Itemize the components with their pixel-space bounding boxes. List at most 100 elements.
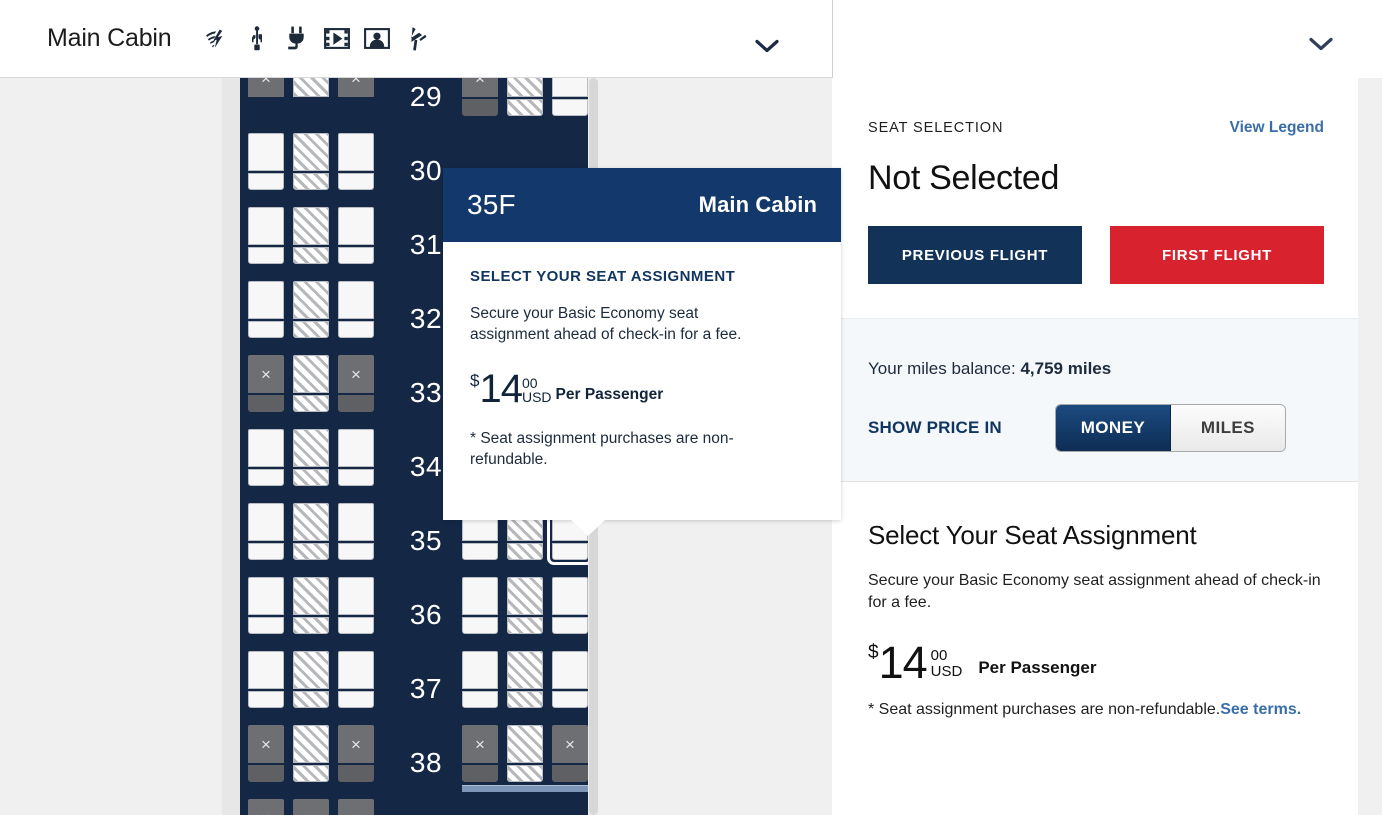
seat-31A[interactable] <box>248 207 284 264</box>
seat-back <box>248 429 284 467</box>
seat-back <box>293 651 329 689</box>
seat-29C: × <box>338 78 374 116</box>
previous-flight-button[interactable]: PREVIOUS FLIGHT <box>868 226 1082 284</box>
seat-cushion <box>462 765 498 782</box>
seat-39B: × <box>293 799 329 815</box>
seat-37D[interactable] <box>462 651 498 708</box>
panel-price-cents: 00 <box>930 646 948 664</box>
seat-cushion <box>293 765 329 782</box>
cabin-header-bar: Main Cabin <box>0 0 833 78</box>
tooltip-body: SELECT YOUR SEAT ASSIGNMENT Secure your … <box>443 242 841 471</box>
seat-back <box>293 355 329 393</box>
seat-back <box>293 725 329 763</box>
seat-36D[interactable] <box>462 577 498 634</box>
seat-32B[interactable] <box>293 281 329 338</box>
seat-33C: × <box>338 355 374 412</box>
seat-38E[interactable] <box>507 725 543 782</box>
power-icon <box>284 26 310 52</box>
toggle-option-miles[interactable]: MILES <box>1170 405 1285 451</box>
seat-group-right-38: × × <box>462 725 588 782</box>
seat-36B[interactable] <box>293 577 329 634</box>
seat-back <box>293 429 329 467</box>
seat-cushion <box>338 617 374 634</box>
seat-cushion <box>552 691 588 708</box>
seat-group-left-29: × × <box>248 78 374 116</box>
seat-37E[interactable] <box>507 651 543 708</box>
seat-cushion <box>338 543 374 560</box>
seat-back: × <box>338 725 374 763</box>
seat-back: × <box>462 725 498 763</box>
chevron-down-icon-panel[interactable] <box>1299 22 1343 66</box>
seat-assignment-price: $ 14 00 USD Per Passenger <box>868 640 1324 685</box>
seat-30B[interactable] <box>293 133 329 190</box>
live-tv-icon <box>364 26 391 52</box>
seat-cushion <box>338 247 374 264</box>
seat-36F[interactable] <box>552 577 588 634</box>
seat-cushion <box>248 691 284 708</box>
seat-33B[interactable] <box>293 355 329 412</box>
seat-31B[interactable] <box>293 207 329 264</box>
seat-39A: × <box>248 799 284 815</box>
see-terms-link[interactable]: See terms. <box>1220 701 1301 718</box>
seat-37C[interactable] <box>338 651 374 708</box>
seat-38B[interactable] <box>293 725 329 782</box>
row-number-36: 36 <box>409 599 443 630</box>
seat-back <box>293 133 329 171</box>
tooltip-currency-symbol: $ <box>470 370 480 390</box>
seat-35B[interactable] <box>293 503 329 560</box>
seat-back: × <box>293 799 329 815</box>
seat-29B[interactable] <box>293 78 329 116</box>
seat-cushion <box>293 173 329 190</box>
seat-34C[interactable] <box>338 429 374 486</box>
seat-occupied-icon: × <box>261 364 271 384</box>
seat-back <box>293 78 329 97</box>
seat-34B[interactable] <box>293 429 329 486</box>
seat-cushion <box>338 691 374 708</box>
panel-currency-code: USD <box>930 662 963 680</box>
seat-36E[interactable] <box>507 577 543 634</box>
seat-29E[interactable] <box>507 78 543 116</box>
seat-30C[interactable] <box>338 133 374 190</box>
view-legend-link[interactable]: View Legend <box>1230 119 1324 137</box>
seat-cushion <box>293 617 329 634</box>
seat-31C[interactable] <box>338 207 374 264</box>
seat-cushion <box>552 617 588 634</box>
seat-39C: × <box>338 799 374 815</box>
seat-35A[interactable] <box>248 503 284 560</box>
price-unit-toggle[interactable]: MONEY MILES <box>1054 404 1286 452</box>
seat-back <box>248 577 284 615</box>
seat-back: × <box>338 355 374 393</box>
seat-32A[interactable] <box>248 281 284 338</box>
chevron-down-icon-cabin[interactable] <box>745 24 789 68</box>
seat-assignment-section: Select Your Seat Assignment Secure your … <box>834 482 1358 722</box>
seat-29F[interactable] <box>552 78 588 116</box>
seat-group-right-36 <box>462 577 588 634</box>
toggle-option-money[interactable]: MONEY <box>1055 405 1171 451</box>
panel-currency-symbol: $ <box>868 642 879 664</box>
usb-icon <box>244 26 270 52</box>
seat-back: × <box>248 78 284 97</box>
seat-37F[interactable] <box>552 651 588 708</box>
seat-group-left-39: × × × <box>248 799 374 815</box>
seat-37B[interactable] <box>293 651 329 708</box>
tooltip-cabin-name: Main Cabin <box>698 192 817 217</box>
seat-back: × <box>462 78 498 97</box>
seat-36C[interactable] <box>338 577 374 634</box>
seat-34A[interactable] <box>248 429 284 486</box>
seat-36A[interactable] <box>248 577 284 634</box>
first-flight-button[interactable]: FIRST FLIGHT <box>1110 226 1324 284</box>
seat-group-right-29: × <box>462 78 588 116</box>
seat-back <box>338 577 374 615</box>
seat-32C[interactable] <box>338 281 374 338</box>
seat-cushion <box>248 543 284 560</box>
seat-group-left-35 <box>248 503 374 560</box>
seat-37A[interactable] <box>248 651 284 708</box>
seat-occupied-icon: × <box>351 810 361 815</box>
tooltip-description: Secure your Basic Economy seat assignmen… <box>470 305 742 344</box>
seat-cushion <box>248 395 284 412</box>
seat-group-left-34 <box>248 429 374 486</box>
panel-top-line: SEAT SELECTION View Legend <box>868 78 1324 137</box>
seat-back <box>248 503 284 541</box>
seat-30A[interactable] <box>248 133 284 190</box>
seat-35C[interactable] <box>338 503 374 560</box>
